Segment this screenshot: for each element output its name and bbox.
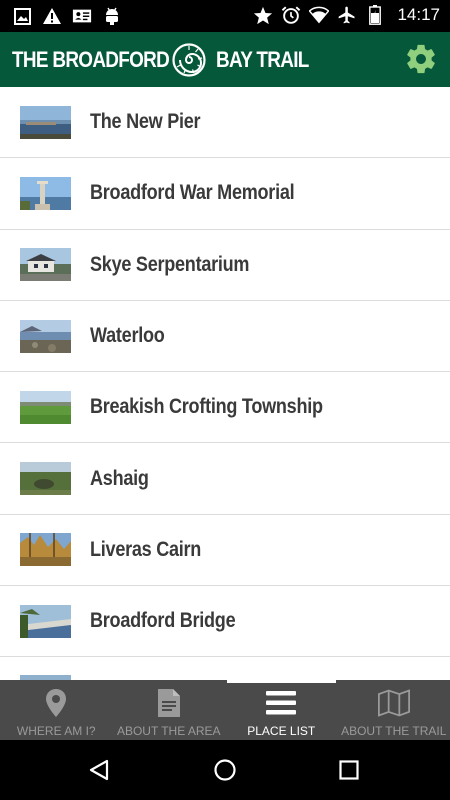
app-bar: THE BROADFORD BAY TRAIL	[0, 32, 450, 87]
app-title-right: BAY TRAIL	[216, 46, 309, 72]
bottom-tab-bar: WHERE AM I? ABOUT THE AREA PLACE LIST AB…	[0, 680, 450, 740]
place-name: Breakish Crofting Township	[90, 395, 323, 419]
place-thumbnail	[20, 105, 71, 139]
tab-label: WHERE AM I?	[16, 724, 96, 738]
list-item[interactable]: Skye Serpentarium	[0, 230, 450, 301]
image-icon	[12, 6, 32, 26]
place-name: Ashaig	[90, 466, 149, 490]
place-name: Broadford Bridge	[90, 609, 236, 633]
document-icon	[153, 687, 185, 719]
battery-icon	[365, 5, 385, 25]
place-thumbnail	[20, 390, 71, 424]
tab-about-the-trail[interactable]: ABOUT THE TRAIL	[338, 680, 450, 740]
list-item[interactable]: Ashaig	[0, 443, 450, 515]
system-nav-bar	[0, 740, 450, 800]
clock-time: 14:17	[397, 5, 440, 24]
list-item[interactable]	[0, 657, 450, 680]
map-pin-icon	[40, 687, 72, 719]
back-icon[interactable]	[84, 755, 114, 785]
tab-place-list[interactable]: PLACE LIST	[225, 680, 338, 740]
active-tab-indicator	[227, 680, 336, 683]
place-name: Broadford War Memorial	[90, 181, 295, 205]
app-title: THE BROADFORD BAY TRAIL	[12, 32, 324, 87]
tab-label: ABOUT THE AREA	[116, 724, 221, 738]
tab-where-am-i[interactable]: WHERE AM I?	[0, 680, 113, 740]
star-icon	[253, 5, 273, 25]
list-item[interactable]: Broadford Bridge	[0, 586, 450, 658]
ammonite-logo-icon	[172, 42, 206, 77]
tab-label: ABOUT THE TRAIL	[341, 724, 447, 738]
place-thumbnail	[20, 319, 71, 353]
contact-card-icon	[72, 6, 92, 26]
airplane-icon	[337, 5, 357, 25]
place-name: The New Pier	[90, 110, 201, 134]
place-list[interactable]: The New Pier Broadford War Memorial Skye…	[0, 87, 450, 680]
place-thumbnail	[20, 462, 71, 496]
list-item[interactable]: Breakish Crofting Township	[0, 372, 450, 444]
place-thumbnail	[20, 176, 71, 210]
home-icon[interactable]	[210, 755, 240, 785]
place-name: Waterloo	[90, 324, 165, 348]
list-icon	[265, 687, 297, 719]
alarm-icon	[281, 5, 301, 25]
list-item[interactable]: The New Pier	[0, 87, 450, 159]
list-item[interactable]: Waterloo	[0, 301, 450, 373]
recents-icon[interactable]	[334, 755, 364, 785]
list-item[interactable]: Broadford War Memorial	[0, 158, 450, 230]
tab-label: PLACE LIST	[247, 724, 316, 738]
map-icon	[377, 687, 410, 719]
place-name: Skye Serpentarium	[90, 252, 250, 276]
warning-icon	[42, 6, 62, 26]
app-title-left: THE BROADFORD	[12, 46, 170, 72]
place-thumbnail	[20, 604, 71, 638]
status-bar: 14:17	[0, 0, 450, 32]
android-icon	[102, 6, 122, 26]
place-thumbnail	[20, 248, 71, 282]
tab-about-the-area[interactable]: ABOUT THE AREA	[113, 680, 226, 740]
place-thumbnail	[20, 533, 71, 567]
place-name: Liveras Cairn	[90, 537, 202, 561]
wifi-icon	[309, 5, 330, 25]
gear-icon[interactable]	[404, 42, 438, 76]
list-item[interactable]: Liveras Cairn	[0, 515, 450, 587]
